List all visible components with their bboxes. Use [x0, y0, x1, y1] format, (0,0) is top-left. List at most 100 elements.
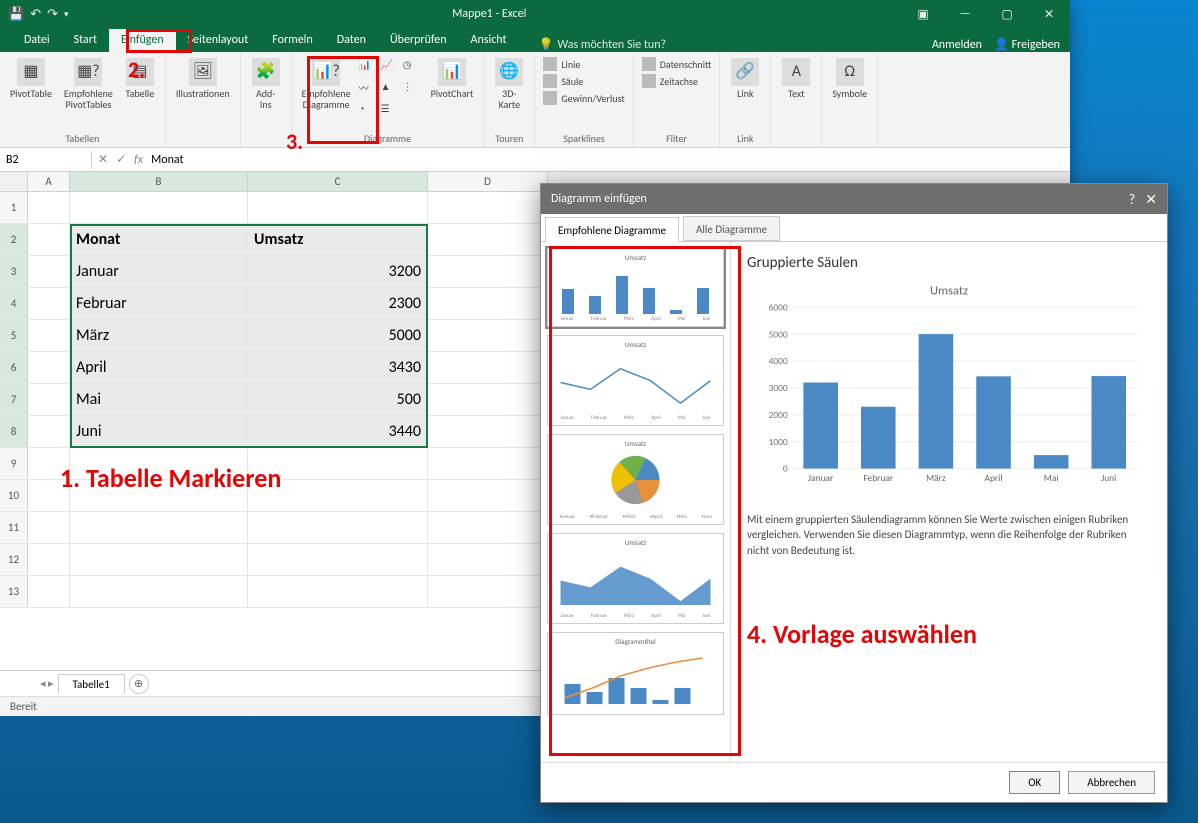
qat-dropdown-icon[interactable]: ▾: [64, 9, 69, 20]
sparkline-winloss-button[interactable]: Gewinn/Verlust: [541, 90, 626, 106]
col-C[interactable]: C: [248, 172, 428, 191]
cell[interactable]: [70, 544, 248, 575]
chart-bar-icon[interactable]: 📊: [359, 58, 379, 78]
tab-recommended-charts[interactable]: Empfohlene Diagramme: [545, 217, 679, 242]
cell[interactable]: [28, 192, 70, 223]
cell[interactable]: [248, 512, 428, 543]
maximize-button[interactable]: ▢: [986, 0, 1028, 28]
close-button[interactable]: ✕: [1028, 0, 1070, 28]
cell[interactable]: 3200: [248, 256, 428, 287]
chart-column-icon[interactable]: 📈: [381, 58, 401, 78]
row-header[interactable]: 6: [0, 352, 28, 383]
cell[interactable]: [428, 448, 548, 479]
cell[interactable]: [70, 576, 248, 607]
col-D[interactable]: D: [428, 172, 548, 191]
cell[interactable]: [428, 416, 548, 447]
symbols-button[interactable]: ΩSymbole: [828, 56, 871, 101]
ribbon-options-icon[interactable]: ▣: [902, 0, 944, 28]
cell[interactable]: [28, 416, 70, 447]
enter-formula-icon[interactable]: ✓: [116, 152, 126, 167]
row-header[interactable]: 8: [0, 416, 28, 447]
cell[interactable]: [70, 192, 248, 223]
select-all-corner[interactable]: [0, 172, 28, 191]
chart-stock-icon[interactable]: ☰: [381, 102, 401, 122]
tab-daten[interactable]: Daten: [325, 29, 378, 52]
fx-icon[interactable]: fx: [134, 153, 143, 167]
cell[interactable]: [28, 576, 70, 607]
tab-ansicht[interactable]: Ansicht: [459, 29, 519, 52]
link-button[interactable]: 🔗Link: [726, 56, 764, 101]
tab-all-charts[interactable]: Alle Diagramme: [683, 216, 780, 241]
illustrations-button[interactable]: 🖼Illustrationen: [172, 56, 234, 101]
cell[interactable]: [28, 256, 70, 287]
cell[interactable]: 500: [248, 384, 428, 415]
chart-scatter-icon[interactable]: ⋮: [403, 80, 423, 100]
chart-pie-icon[interactable]: ◔: [359, 102, 379, 122]
row-header[interactable]: 10: [0, 480, 28, 511]
sparkline-column-button[interactable]: Säule: [541, 73, 626, 89]
chart-line-icon[interactable]: 〰: [359, 80, 379, 100]
dialog-close-icon[interactable]: ✕: [1145, 191, 1157, 208]
tab-formeln[interactable]: Formeln: [260, 29, 324, 52]
cell[interactable]: [28, 320, 70, 351]
cell[interactable]: [428, 576, 548, 607]
undo-icon[interactable]: ↶: [30, 7, 41, 22]
name-box[interactable]: B2: [0, 151, 92, 169]
tab-start[interactable]: Start: [62, 29, 109, 52]
col-B[interactable]: B: [70, 172, 248, 191]
chart-thumb-area[interactable]: UmsatzJanuarFebruarMärzAprilMaiJuni: [547, 533, 724, 624]
cell[interactable]: [28, 224, 70, 255]
sign-in-link[interactable]: Anmelden: [932, 38, 982, 52]
cell[interactable]: [248, 192, 428, 223]
ok-button[interactable]: OK: [1009, 771, 1060, 794]
cell[interactable]: Monat: [70, 224, 248, 255]
cell[interactable]: [248, 544, 428, 575]
cell[interactable]: [70, 512, 248, 543]
chart-thumb-line[interactable]: UmsatzJanuarFebruarMärzAprilMaiJuni: [547, 335, 724, 426]
cell[interactable]: Mai: [70, 384, 248, 415]
cell[interactable]: [428, 352, 548, 383]
cell[interactable]: [28, 544, 70, 575]
cell[interactable]: 5000: [248, 320, 428, 351]
cell[interactable]: [428, 384, 548, 415]
cancel-formula-icon[interactable]: ✕: [98, 152, 108, 167]
chart-thumbnail-list[interactable]: UmsatzJanuarFebruarMärzAprilMaiJuniUmsat…: [541, 242, 731, 762]
cell[interactable]: März: [70, 320, 248, 351]
pivottable-button[interactable]: ▦PivotTable: [6, 56, 56, 101]
cell[interactable]: 2300: [248, 288, 428, 319]
cell[interactable]: [28, 512, 70, 543]
formula-input[interactable]: Monat: [151, 153, 184, 167]
row-header[interactable]: 9: [0, 448, 28, 479]
cell[interactable]: Januar: [70, 256, 248, 287]
cell[interactable]: [428, 480, 548, 511]
text-button[interactable]: AText: [777, 56, 815, 101]
dialog-title-bar[interactable]: Diagramm einfügen ? ✕: [541, 184, 1167, 214]
cell[interactable]: 3440: [248, 416, 428, 447]
cell[interactable]: [428, 320, 548, 351]
cell[interactable]: [428, 256, 548, 287]
cell[interactable]: [28, 352, 70, 383]
chart-thumb-pie[interactable]: Umsatz•Januar•Februar•März•April•Mai•Jun…: [547, 434, 724, 525]
addins-button[interactable]: 🧩Add- Ins: [247, 56, 285, 112]
sheet-tab-1[interactable]: Tabelle1: [58, 674, 125, 694]
cell[interactable]: [428, 288, 548, 319]
share-button[interactable]: 👤 Freigeben: [994, 37, 1060, 52]
timeline-button[interactable]: Zeitachse: [640, 73, 714, 89]
row-header[interactable]: 7: [0, 384, 28, 415]
cell[interactable]: Umsatz: [248, 224, 428, 255]
chart-area-icon[interactable]: ▲: [381, 80, 401, 100]
3d-map-button[interactable]: 🌐3D- Karte: [490, 56, 528, 112]
row-header[interactable]: 2: [0, 224, 28, 255]
row-header[interactable]: 13: [0, 576, 28, 607]
cell[interactable]: Juni: [70, 416, 248, 447]
minimize-button[interactable]: —: [944, 0, 986, 28]
cell[interactable]: [428, 544, 548, 575]
chart-hier-icon[interactable]: ◷: [403, 58, 423, 78]
row-header[interactable]: 1: [0, 192, 28, 223]
row-header[interactable]: 3: [0, 256, 28, 287]
tell-me[interactable]: 💡 Was möchten Sie tun?: [539, 37, 667, 52]
row-header[interactable]: 5: [0, 320, 28, 351]
redo-icon[interactable]: ↷: [47, 7, 58, 22]
pivotchart-button[interactable]: 📊PivotChart: [427, 56, 478, 101]
cell[interactable]: [248, 576, 428, 607]
